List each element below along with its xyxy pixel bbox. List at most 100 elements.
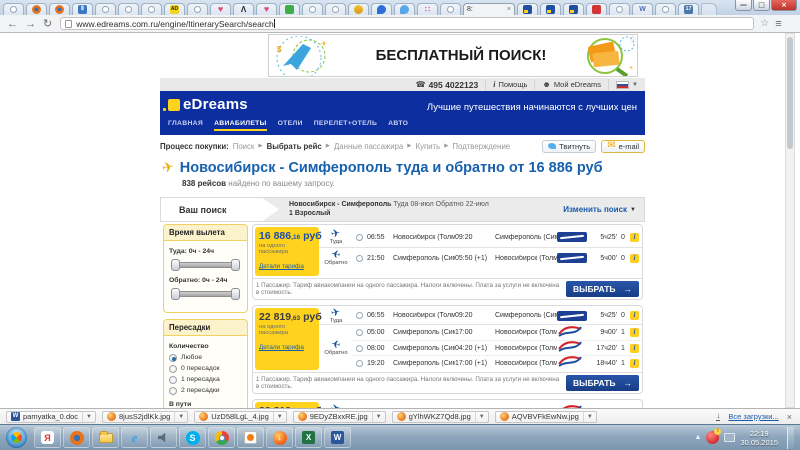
flight-radio-button[interactable] [356, 255, 363, 262]
browser-tab[interactable] [655, 3, 676, 15]
browser-tab[interactable] [517, 3, 538, 15]
browser-tab[interactable] [540, 3, 561, 15]
taskbar-app-excel[interactable]: X [295, 427, 322, 448]
stops-count-option[interactable]: 2 пересадки [169, 385, 242, 396]
fare-details-link[interactable]: Детали тарифа [259, 263, 304, 270]
flight-option-row[interactable]: 06:55Новосибирск (Толм...09:20Симферопол… [353, 227, 642, 247]
new-tab-button[interactable] [701, 3, 717, 15]
download-item[interactable]: Wpamyatka_0.doc▼ [6, 411, 96, 423]
taskbar-app-ie[interactable]: e [121, 427, 148, 448]
browser-tab[interactable] [187, 3, 208, 15]
tray-expand-icon[interactable]: ▲ [695, 434, 702, 441]
browser-tab[interactable] [563, 3, 584, 15]
flight-option-row[interactable]: 08:00Симферополь (Симф.04:20 (+1)Новосиб… [353, 340, 642, 355]
download-item[interactable]: AQVBVFkEwNw.jpg▼ [495, 411, 597, 423]
flight-radio-button[interactable] [356, 234, 363, 241]
info-icon[interactable]: i [630, 233, 639, 242]
browser-tab[interactable]: Λ [233, 3, 254, 15]
address-bar[interactable]: www.edreams.com.ru/engine/ItinerarySearc… [60, 17, 754, 30]
your-search-tab[interactable]: Ваш поиск [161, 198, 279, 221]
download-caret-icon[interactable]: ▼ [372, 412, 385, 422]
browser-tab[interactable] [348, 3, 369, 15]
slider-handle[interactable] [171, 259, 180, 271]
browser-tab[interactable]: W [632, 3, 653, 15]
radio-button[interactable] [169, 365, 177, 373]
download-caret-icon[interactable]: ▼ [475, 412, 488, 422]
email-button[interactable]: ✉ e-mail [601, 140, 645, 153]
scrollbar-thumb[interactable] [787, 37, 793, 149]
forward-icon[interactable]: → [25, 16, 36, 32]
taskbar-app-yandex[interactable]: Я [34, 427, 61, 448]
bookmark-star-icon[interactable]: ☆ [760, 18, 769, 29]
browser-tab[interactable]: Ⅱ [72, 3, 93, 15]
antivirus-tray-icon[interactable] [706, 431, 719, 444]
flight-radio-button[interactable] [356, 312, 363, 319]
browser-tab[interactable] [3, 3, 24, 15]
nav-item-главная[interactable]: ГЛАВНАЯ [168, 120, 203, 131]
outbound-time-slider[interactable] [172, 262, 239, 268]
download-item[interactable]: 9EDyZBxxRE.jpg▼ [293, 411, 386, 423]
browser-tab[interactable]: AD [164, 3, 185, 15]
tab-close-icon[interactable]: × [507, 6, 511, 13]
language-selector[interactable]: ▼ [608, 79, 645, 90]
browser-tab[interactable] [302, 3, 323, 15]
slider-handle[interactable] [171, 288, 180, 300]
nav-item-перелет+отель[interactable]: ПЕРЕЛЕТ+ОТЕЛЬ [314, 120, 377, 131]
download-item[interactable]: 8jusS2jdlKk.jpg▼ [102, 411, 188, 423]
show-all-downloads-link[interactable]: Все загрузки... [728, 412, 778, 421]
radio-button[interactable] [169, 387, 177, 395]
browser-tab-active[interactable]: 8:× [463, 3, 515, 15]
select-flight-button[interactable]: ВЫБРАТЬ→ [566, 281, 639, 297]
edreams-logo[interactable]: eDreams [168, 98, 248, 111]
browser-tab[interactable]: 17 [678, 3, 699, 15]
slider-handle[interactable] [231, 259, 240, 271]
download-item[interactable]: gYlhWKZ7Qd8.jpg▼ [392, 411, 489, 423]
browser-tab[interactable] [279, 3, 300, 15]
help-link[interactable]: i Помощь [485, 79, 534, 90]
nav-item-отели[interactable]: ОТЕЛИ [278, 120, 303, 131]
browser-tab[interactable] [609, 3, 630, 15]
browser-tab[interactable] [118, 3, 139, 15]
flight-radio-button[interactable] [356, 345, 363, 352]
info-icon[interactable]: i [630, 359, 639, 368]
download-caret-icon[interactable]: ▼ [273, 412, 286, 422]
flight-radio-button[interactable] [356, 360, 363, 367]
browser-tab[interactable] [26, 3, 47, 15]
taskbar-app-skype[interactable]: S [179, 427, 206, 448]
taskbar-clock[interactable]: 22:19 30.05.2015 [740, 429, 778, 447]
browser-tab[interactable] [95, 3, 116, 15]
page-scrollbar[interactable] [785, 33, 795, 408]
nav-item-авиабилеты[interactable]: АВИАБИЛЕТЫ [214, 120, 267, 131]
stops-count-option[interactable]: Любое [169, 352, 242, 363]
account-link[interactable]: ☻ Мой eDreams [534, 79, 608, 90]
taskbar-app-media[interactable] [237, 427, 264, 448]
browser-tab[interactable]: ♥ [256, 3, 277, 15]
taskbar-app-word[interactable]: W [324, 427, 351, 448]
display-tray-icon[interactable] [724, 433, 735, 442]
taskbar-app-chrome[interactable] [208, 427, 235, 448]
radio-button[interactable] [169, 376, 177, 384]
flight-radio-button[interactable] [356, 329, 363, 336]
browser-tab[interactable] [371, 3, 392, 15]
browser-tab[interactable]: ∷ [417, 3, 438, 15]
minimize-button[interactable]: — [735, 0, 752, 11]
browser-tab[interactable] [394, 3, 415, 15]
info-icon[interactable]: i [630, 311, 639, 320]
fare-details-link[interactable]: Детали тарифа [259, 344, 304, 351]
maximize-button[interactable]: □ [753, 0, 770, 11]
url-text[interactable]: www.edreams.com.ru/engine/ItinerarySearc… [76, 19, 273, 29]
show-desktop-button[interactable] [787, 427, 794, 449]
browser-menu-icon[interactable]: ≡ [775, 18, 781, 30]
select-flight-button[interactable]: ВЫБРАТЬ→ [566, 375, 639, 391]
start-button[interactable] [6, 427, 27, 448]
radio-button[interactable] [169, 354, 177, 362]
browser-tab[interactable] [325, 3, 346, 15]
download-caret-icon[interactable]: ▼ [583, 412, 596, 422]
flight-option-row[interactable]: 06:55Новосибирск (Толм...09:20Симферопол… [353, 308, 642, 323]
ad-banner[interactable]: $ ✈ БЕСПЛАТНЫЙ ПОИСК! + ⓘ [268, 34, 638, 77]
stops-count-option[interactable]: 1 пересадка [169, 374, 242, 385]
taskbar-app-downloader[interactable]: ↓ [266, 427, 293, 448]
download-caret-icon[interactable]: ▼ [82, 412, 95, 422]
browser-tab[interactable]: ♥ [210, 3, 231, 15]
return-time-slider[interactable] [172, 291, 239, 297]
